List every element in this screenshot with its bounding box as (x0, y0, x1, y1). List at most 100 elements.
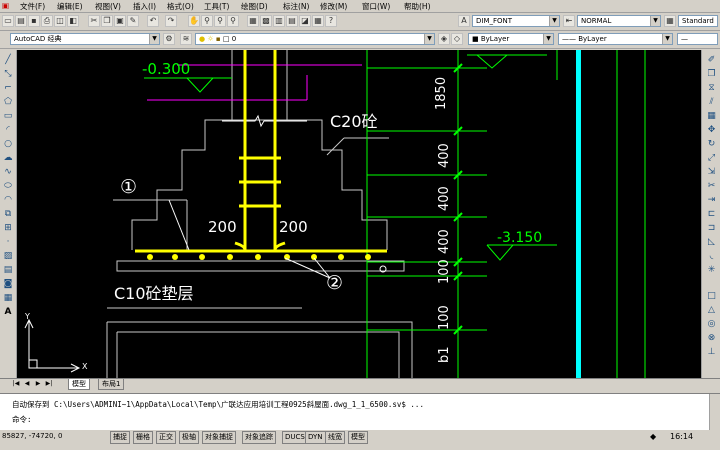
ortho-toggle[interactable]: 正交 (156, 431, 176, 444)
multiline-text-icon[interactable]: A (2, 306, 14, 318)
break-icon[interactable]: ⊏ (705, 208, 718, 220)
layer-select[interactable]: ● ☼ ▪ □ 0 ▼ (195, 33, 435, 45)
osnap-node-icon[interactable]: ⊗ (705, 332, 718, 344)
copy-object-icon[interactable]: ❐ (705, 68, 718, 80)
trim-icon[interactable]: ✂ (705, 180, 718, 192)
menu-window[interactable]: 窗口(W) (362, 1, 390, 12)
layer-manager-icon[interactable]: ≋ (180, 33, 192, 45)
osnap-toggle[interactable]: 对象捕捉 (202, 431, 236, 444)
dyn-toggle[interactable]: DYN (305, 431, 326, 444)
region-icon[interactable]: ◙ (2, 278, 14, 290)
help-icon[interactable]: ? (325, 15, 337, 27)
osnap-endpoint-icon[interactable]: □ (705, 290, 718, 302)
save-icon[interactable]: ▪ (28, 15, 40, 27)
extend-icon[interactable]: ⇥ (705, 194, 718, 206)
new-icon[interactable]: ▭ (2, 15, 14, 27)
workspace-select[interactable]: AutoCAD 经典 ▼ (10, 33, 160, 45)
fillet-icon[interactable]: ◟ (705, 250, 718, 262)
model-toggle[interactable]: 模型 (348, 431, 368, 444)
plot-icon[interactable]: ◧ (67, 15, 79, 27)
menu-file[interactable]: 文件(F) (20, 1, 45, 12)
properties-icon[interactable]: ▦ (247, 15, 259, 27)
polyline-icon[interactable]: ⌐ (2, 82, 14, 94)
layer-previous-icon[interactable]: ◇ (451, 33, 463, 45)
lineweight-select[interactable]: — (677, 33, 718, 45)
command-prompt[interactable]: 命令: (12, 414, 32, 425)
menu-modify[interactable]: 修改(M) (320, 1, 347, 12)
zoom-realtime-icon[interactable]: ⚲ (201, 15, 213, 27)
osnap-midpoint-icon[interactable]: △ (705, 304, 718, 316)
tab-model[interactable]: 模型 (68, 379, 90, 390)
chamfer-icon[interactable]: ◺ (705, 236, 718, 248)
menu-insert[interactable]: 插入(I) (133, 1, 156, 12)
tool-palettes-icon[interactable]: ▥ (273, 15, 285, 27)
ducs-toggle[interactable]: DUCS (282, 431, 308, 444)
point-icon[interactable]: · (2, 236, 14, 248)
mirror-icon[interactable]: ⧖ (705, 82, 718, 94)
menu-edit[interactable]: 编辑(E) (57, 1, 83, 12)
command-scrollbar[interactable] (709, 394, 720, 430)
ellipse-icon[interactable]: ⬭ (2, 180, 14, 192)
open-icon[interactable]: ▤ (15, 15, 27, 27)
match-properties-icon[interactable]: ✎ (127, 15, 139, 27)
offset-icon[interactable]: ⫽ (705, 96, 718, 108)
tab-layout1[interactable]: 布局1 (98, 379, 125, 390)
revcloud-icon[interactable]: ☁ (2, 152, 14, 164)
join-icon[interactable]: ⊐ (705, 222, 718, 234)
redo-icon[interactable]: ↷ (165, 15, 177, 27)
make-block-icon[interactable]: ⊞ (2, 222, 14, 234)
zoom-previous-icon[interactable]: ⚲ (227, 15, 239, 27)
dim-style-select[interactable]: NORMAL ▼ (577, 15, 661, 27)
menu-draw[interactable]: 绘图(D) (241, 1, 268, 12)
polar-toggle[interactable]: 极轴 (179, 431, 199, 444)
markup-icon[interactable]: ◪ (299, 15, 311, 27)
gradient-icon[interactable]: ▤ (2, 264, 14, 276)
zoom-window-icon[interactable]: ⚲ (214, 15, 226, 27)
last-tab-icon[interactable]: ▶| (45, 380, 53, 388)
spline-icon[interactable]: ∿ (2, 166, 14, 178)
rotate-icon[interactable]: ↻ (705, 138, 718, 150)
menu-tools[interactable]: 工具(T) (204, 1, 229, 12)
grid-toggle[interactable]: 栅格 (133, 431, 153, 444)
menu-dimension[interactable]: 标注(N) (283, 1, 309, 12)
osnap-center-icon[interactable]: ◎ (705, 318, 718, 330)
cut-icon[interactable]: ✂ (88, 15, 100, 27)
arc-icon[interactable]: ◜ (2, 124, 14, 136)
erase-icon[interactable]: ✐ (705, 54, 718, 66)
text-style-select[interactable]: DIM_FONT ▼ (472, 15, 560, 27)
print-icon[interactable]: ⎙ (41, 15, 53, 27)
copy-icon[interactable]: ❐ (101, 15, 113, 27)
workspace-settings-icon[interactable]: ⚙ (163, 33, 175, 45)
design-center-icon[interactable]: ▩ (260, 15, 272, 27)
osnap-perp-icon[interactable]: ⊥ (705, 346, 718, 358)
ellipse-arc-icon[interactable]: ◠ (2, 194, 14, 206)
table-style-icon[interactable]: ▦ (664, 15, 676, 27)
undo-icon[interactable]: ↶ (147, 15, 159, 27)
dim-style-icon[interactable]: ⇤ (563, 15, 575, 27)
rectangle-icon[interactable]: ▭ (2, 110, 14, 122)
make-current-layer-icon[interactable]: ◈ (438, 33, 450, 45)
app-icon[interactable]: ▣ (2, 1, 9, 10)
prev-tab-icon[interactable]: ◀ (23, 380, 31, 388)
array-icon[interactable]: ▦ (705, 110, 718, 122)
menu-format[interactable]: 格式(O) (167, 1, 194, 12)
preview-icon[interactable]: ◫ (54, 15, 66, 27)
circle-icon[interactable]: ○ (2, 138, 14, 150)
text-style-icon[interactable]: A (458, 15, 470, 27)
construction-line-icon[interactable]: ⤡ (2, 68, 14, 80)
table-icon[interactable]: ▦ (2, 292, 14, 304)
polygon-icon[interactable]: ⬠ (2, 96, 14, 108)
scale-icon[interactable]: ⤢ (705, 152, 718, 164)
lineweight-toggle[interactable]: 线宽 (325, 431, 345, 444)
paste-icon[interactable]: ▣ (114, 15, 126, 27)
line-icon[interactable]: ╱ (2, 54, 14, 66)
pan-icon[interactable]: ✋ (188, 15, 200, 27)
explode-icon[interactable]: ✳ (705, 264, 718, 276)
move-icon[interactable]: ✥ (705, 124, 718, 136)
command-window[interactable]: 自动保存到 C:\Users\ADMINI~1\AppData\Local\Te… (0, 393, 720, 431)
linetype-select[interactable]: —— ByLayer ▼ (558, 33, 673, 45)
next-tab-icon[interactable]: ▶ (34, 380, 42, 388)
color-select[interactable]: ■ ByLayer ▼ (468, 33, 554, 45)
stretch-icon[interactable]: ⇲ (705, 166, 718, 178)
table-style-select[interactable]: Standard (678, 15, 718, 27)
